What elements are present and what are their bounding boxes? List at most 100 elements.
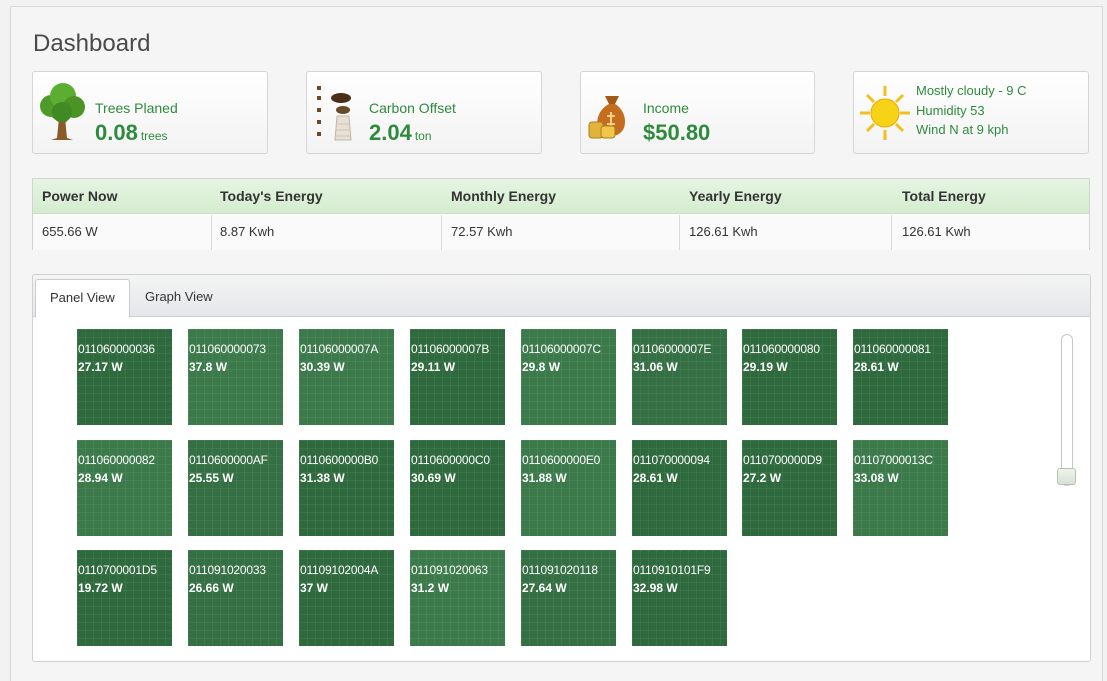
trees-card: Trees Planed 0.08 trees bbox=[32, 71, 268, 154]
solar-panel-tile[interactable]: 0110600000B0 31.38 W bbox=[299, 440, 394, 536]
header-total-energy: Total Energy bbox=[902, 188, 986, 204]
solar-panel-tile[interactable]: 01106000007C 29.8 W bbox=[521, 329, 616, 425]
solar-panel-tile[interactable]: 011091020033 26.66 W bbox=[188, 550, 283, 646]
header-power-now: Power Now bbox=[42, 188, 118, 204]
panel-power: 29.8 W bbox=[522, 360, 561, 374]
solar-panel-tile[interactable]: 0110700000D9 27.2 W bbox=[742, 440, 837, 536]
solar-panel-tile[interactable]: 011060000036 27.17 W bbox=[77, 329, 172, 425]
panel-power: 26.66 W bbox=[189, 581, 234, 595]
solar-panel-tile[interactable]: 0110600000C0 30.69 W bbox=[410, 440, 505, 536]
panel-power: 37 W bbox=[300, 581, 329, 595]
solar-panel-tile[interactable]: 01109102004A 37 W bbox=[299, 550, 394, 646]
panel-serial: 011091020033 bbox=[189, 563, 266, 577]
column-divider bbox=[211, 215, 212, 250]
panel-serial: 01106000007A bbox=[300, 342, 379, 356]
panel-power: 31.88 W bbox=[522, 471, 567, 485]
panel-serial: 01106000007B bbox=[411, 342, 490, 356]
income-label: Income bbox=[643, 100, 689, 116]
value-total-energy: 126.61 Kwh bbox=[902, 224, 971, 239]
weather-humidity: Humidity 53 bbox=[916, 103, 985, 118]
header-yearly-energy: Yearly Energy bbox=[689, 188, 782, 204]
panel-power: 29.11 W bbox=[411, 360, 456, 374]
panel-serial: 0110600000AF bbox=[189, 453, 268, 467]
carbon-unit: ton bbox=[414, 129, 432, 143]
panel-power: 31.38 W bbox=[300, 471, 345, 485]
panel-power: 27.64 W bbox=[522, 581, 567, 595]
solar-panel-tile[interactable]: 01107000013C 33.08 W bbox=[853, 440, 948, 536]
panel-power: 27.2 W bbox=[743, 471, 782, 485]
carbon-value: 2.04 bbox=[369, 120, 412, 145]
solar-panel-tile[interactable]: 0110600000E0 31.88 W bbox=[521, 440, 616, 536]
tab-panel-view[interactable]: Panel View bbox=[35, 279, 130, 318]
column-divider bbox=[891, 215, 892, 250]
panel-power: 28.61 W bbox=[633, 471, 678, 485]
panel-serial: 011091020118 bbox=[522, 563, 598, 577]
panel-power: 28.94 W bbox=[78, 471, 123, 485]
panel-serial: 0110700001D5 bbox=[78, 563, 157, 577]
panel-serial: 01106000007E bbox=[633, 342, 712, 356]
income-value: $50.80 bbox=[643, 120, 711, 145]
column-divider bbox=[679, 215, 680, 250]
solar-panel-tile[interactable]: 011091020118 27.64 W bbox=[521, 550, 616, 646]
tree-icon bbox=[40, 83, 85, 140]
energy-table-header: Power Now Today's Energy Monthly Energy … bbox=[33, 179, 1089, 214]
header-todays-energy: Today's Energy bbox=[220, 188, 323, 204]
panel-serial: 011060000081 bbox=[854, 342, 931, 356]
panel-power: 25.55 W bbox=[189, 471, 234, 485]
panel-serial: 011070000094 bbox=[633, 453, 710, 467]
panel-serial: 0110600000C0 bbox=[411, 453, 490, 467]
carbon-card: Carbon Offset 2.04 ton bbox=[306, 71, 542, 154]
panel-serial: 01106000007C bbox=[522, 342, 601, 356]
value-todays-energy: 8.87 Kwh bbox=[220, 224, 275, 239]
weather-card: Mostly cloudy - 9 C Humidity 53 Wind N a… bbox=[853, 71, 1089, 154]
solar-panel-tile[interactable]: 0110700001D5 19.72 W bbox=[77, 550, 172, 646]
value-power-now: 655.66 W bbox=[42, 224, 98, 239]
panel-serial: 0110600000B0 bbox=[300, 453, 379, 467]
solar-panel-tile[interactable]: 011091020063 31.2 W bbox=[410, 550, 505, 646]
zoom-slider-track[interactable] bbox=[1061, 334, 1073, 486]
solar-panel-tile[interactable]: 011070000094 28.61 W bbox=[632, 440, 727, 536]
zoom-slider-handle[interactable] bbox=[1057, 468, 1076, 485]
carbon-value-wrap: 2.04 ton bbox=[369, 120, 432, 146]
energy-table-row: 655.66 W 8.87 Kwh 72.57 Kwh 126.61 Kwh 1… bbox=[33, 215, 1089, 250]
panel-power: 19.72 W bbox=[78, 581, 123, 595]
column-divider bbox=[441, 215, 442, 250]
header-monthly-energy: Monthly Energy bbox=[451, 188, 557, 204]
panel-serial: 01109102004A bbox=[300, 563, 379, 577]
panel-serial: 011091020063 bbox=[411, 563, 488, 577]
panel-serial: 0110600000E0 bbox=[522, 453, 601, 467]
energy-table: Power Now Today's Energy Monthly Energy … bbox=[32, 178, 1090, 250]
panel-power: 32.98 W bbox=[633, 581, 678, 595]
panel-serial: 011060000036 bbox=[78, 342, 155, 356]
money-bag-icon bbox=[588, 96, 626, 139]
carbon-label: Carbon Offset bbox=[369, 100, 456, 116]
solar-panel-tile[interactable]: 011060000081 28.61 W bbox=[853, 329, 948, 425]
solar-panel-tile[interactable]: 011060000073 37.8 W bbox=[188, 329, 283, 425]
trees-label: Trees Planed bbox=[95, 100, 178, 116]
page-title: Dashboard bbox=[33, 30, 151, 57]
panel-power: 30.69 W bbox=[411, 471, 456, 485]
solar-panel-tile[interactable]: 0110600000AF 25.55 W bbox=[188, 440, 283, 536]
weather-condition: Mostly cloudy - 9 C bbox=[916, 83, 1027, 98]
value-yearly-energy: 126.61 Kwh bbox=[689, 224, 758, 239]
weather-wind: Wind N at 9 kph bbox=[916, 122, 1009, 137]
panel-power: 27.17 W bbox=[78, 360, 123, 374]
panel-serial: 0110910101F9 bbox=[633, 563, 711, 577]
solar-panel-tile[interactable]: 011060000082 28.94 W bbox=[77, 440, 172, 536]
solar-panel-tile[interactable]: 01106000007E 31.06 W bbox=[632, 329, 727, 425]
tab-graph-view[interactable]: Graph View bbox=[131, 279, 227, 318]
panel-serial: 011060000073 bbox=[189, 342, 266, 356]
tab-bar: Panel View Graph View bbox=[33, 275, 1090, 318]
income-card: Income $50.80 bbox=[580, 71, 815, 154]
panel-power: 33.08 W bbox=[854, 471, 899, 485]
solar-panel-tile[interactable]: 01106000007B 29.11 W bbox=[410, 329, 505, 425]
factory-smoke-icon bbox=[317, 86, 352, 141]
panel-power: 30.39 W bbox=[300, 360, 345, 374]
solar-panel-tile[interactable]: 011060000080 29.19 W bbox=[742, 329, 837, 425]
panel-serial: 0110700000D9 bbox=[743, 453, 822, 467]
trees-value: 0.08 bbox=[95, 120, 138, 145]
solar-panel-tile[interactable]: 01106000007A 30.39 W bbox=[299, 329, 394, 425]
panel-serial: 011060000080 bbox=[743, 342, 820, 356]
solar-panel-tile[interactable]: 0110910101F9 32.98 W bbox=[632, 550, 727, 646]
trees-unit: trees bbox=[140, 129, 168, 143]
